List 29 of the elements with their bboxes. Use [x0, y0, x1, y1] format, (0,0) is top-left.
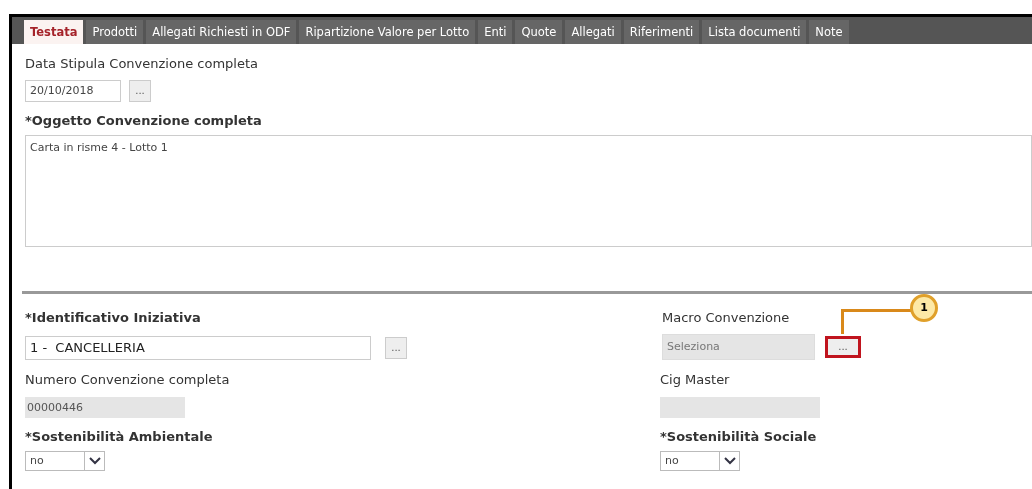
tab[interactable]: Enti: [478, 20, 513, 44]
field-label: *Sostenibilità Ambientale: [25, 428, 213, 446]
field-label: *Sostenibilità Sociale: [660, 428, 817, 446]
text-field[interactable]: 1 - CANCELLERIA: [25, 335, 371, 360]
browse-button[interactable]: ...: [385, 336, 407, 359]
field-label: Macro Convenzione: [662, 309, 790, 327]
text-area[interactable]: Carta in risme 4 - Lotto 1: [25, 135, 1032, 247]
tab[interactable]: Quote: [515, 20, 563, 44]
field-label: Data Stipula Convenzione completa: [25, 55, 258, 73]
tab[interactable]: Ripartizione Valore per Lotto: [299, 20, 476, 44]
tab[interactable]: Allegati: [565, 20, 621, 44]
tab[interactable]: Lista documenti: [702, 20, 807, 44]
field-label: Numero Convenzione completa: [25, 370, 230, 389]
field-label: Cig Master: [660, 370, 730, 389]
browse-button[interactable]: ...: [825, 335, 861, 358]
tab[interactable]: Riferimenti: [623, 20, 700, 44]
field-label: *Identificativo Iniziativa: [25, 309, 201, 327]
dropdown[interactable]: no: [660, 450, 740, 471]
chevron-down-icon: [88, 456, 101, 465]
date-field[interactable]: 20/10/2018: [25, 79, 121, 102]
browse-button[interactable]: ...: [129, 79, 151, 102]
callout-marker: 1: [910, 293, 938, 322]
tab[interactable]: Prodotti: [86, 20, 144, 44]
dropdown[interactable]: no: [25, 450, 105, 471]
tab[interactable]: Note: [809, 20, 849, 44]
tab[interactable]: Testata: [24, 20, 84, 44]
tab[interactable]: Allegati Richiesti in ODF: [146, 20, 297, 44]
field-label: *Oggetto Convenzione completa: [25, 111, 262, 130]
chevron-down-icon: [723, 456, 736, 465]
